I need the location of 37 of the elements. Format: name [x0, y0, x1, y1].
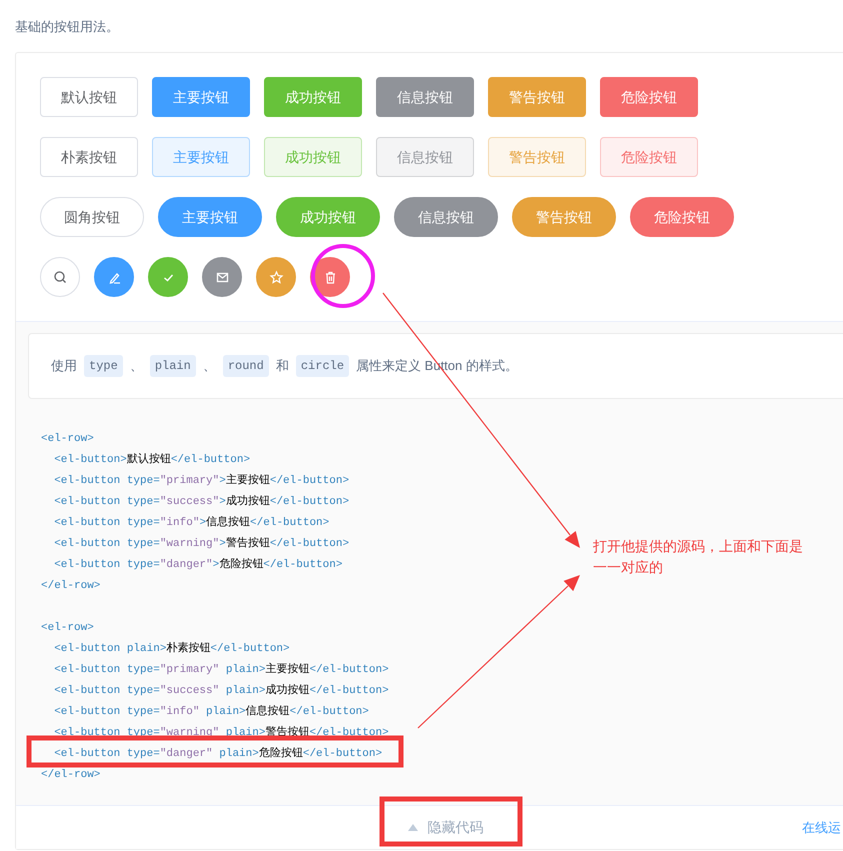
button[interactable]: 危险按钮 — [600, 77, 698, 117]
code-line: <el-button type="info" plain>信息按钮</el-button> — [53, 704, 369, 718]
code-line: <el-row> — [41, 620, 94, 634]
code-line: <el-button plain>朴素按钮</el-button> — [53, 642, 290, 656]
code-line: <el-button type="primary">主要按钮</el-button> — [53, 474, 350, 488]
button[interactable]: 圆角按钮 — [40, 197, 144, 237]
hide-code-button[interactable]: 隐藏代码 — [408, 817, 484, 838]
button[interactable]: 警告按钮 — [512, 197, 616, 237]
code-line: </el-row> — [41, 768, 100, 782]
button[interactable]: 朴素按钮 — [40, 137, 138, 177]
code-line: <el-button type="success">成功按钮</el-button> — [53, 494, 350, 508]
button[interactable]: 警告按钮 — [488, 77, 586, 117]
button[interactable]: 信息按钮 — [376, 77, 474, 117]
button[interactable]: 信息按钮 — [394, 197, 498, 237]
code-line: <el-button type="info">信息按钮</el-button> — [53, 516, 330, 530]
code-line: </el-row> — [41, 578, 100, 592]
annotation-note: 打开他提供的源码，上面和下面是 一一对应的 — [593, 537, 803, 577]
button[interactable]: 成功按钮 — [276, 197, 380, 237]
online-run-link[interactable]: 在线运 — [802, 818, 841, 838]
code-line: <el-button type="warning">警告按钮</el-button> — [53, 536, 350, 550]
code-line: <el-button type="success" plain>成功按钮</el-button> — [53, 684, 389, 698]
code-line: <el-button type="danger">危险按钮</el-button> — [53, 558, 342, 572]
button[interactable]: 警告按钮 — [488, 137, 586, 177]
button[interactable]: 危险按钮 — [600, 137, 698, 177]
button[interactable]: 主要按钮 — [158, 197, 262, 237]
button[interactable]: 主要按钮 — [152, 77, 250, 117]
button[interactable]: 默认按钮 — [40, 77, 138, 117]
button[interactable]: 成功按钮 — [264, 77, 362, 117]
button[interactable]: 成功按钮 — [264, 137, 362, 177]
code-line: <el-button>默认按钮</el-button> — [53, 452, 250, 466]
code-line: <el-button type="primary" plain>主要按钮</el-button> — [53, 662, 389, 676]
button[interactable]: 信息按钮 — [376, 137, 474, 177]
button[interactable]: 危险按钮 — [630, 197, 734, 237]
intro-text: 基础的按钮用法。 — [15, 18, 120, 36]
button[interactable]: 主要按钮 — [152, 137, 250, 177]
code-line: <el-row> — [41, 432, 94, 446]
code-line: <el-button type="danger" plain>危险按钮</el-button> — [53, 746, 382, 760]
